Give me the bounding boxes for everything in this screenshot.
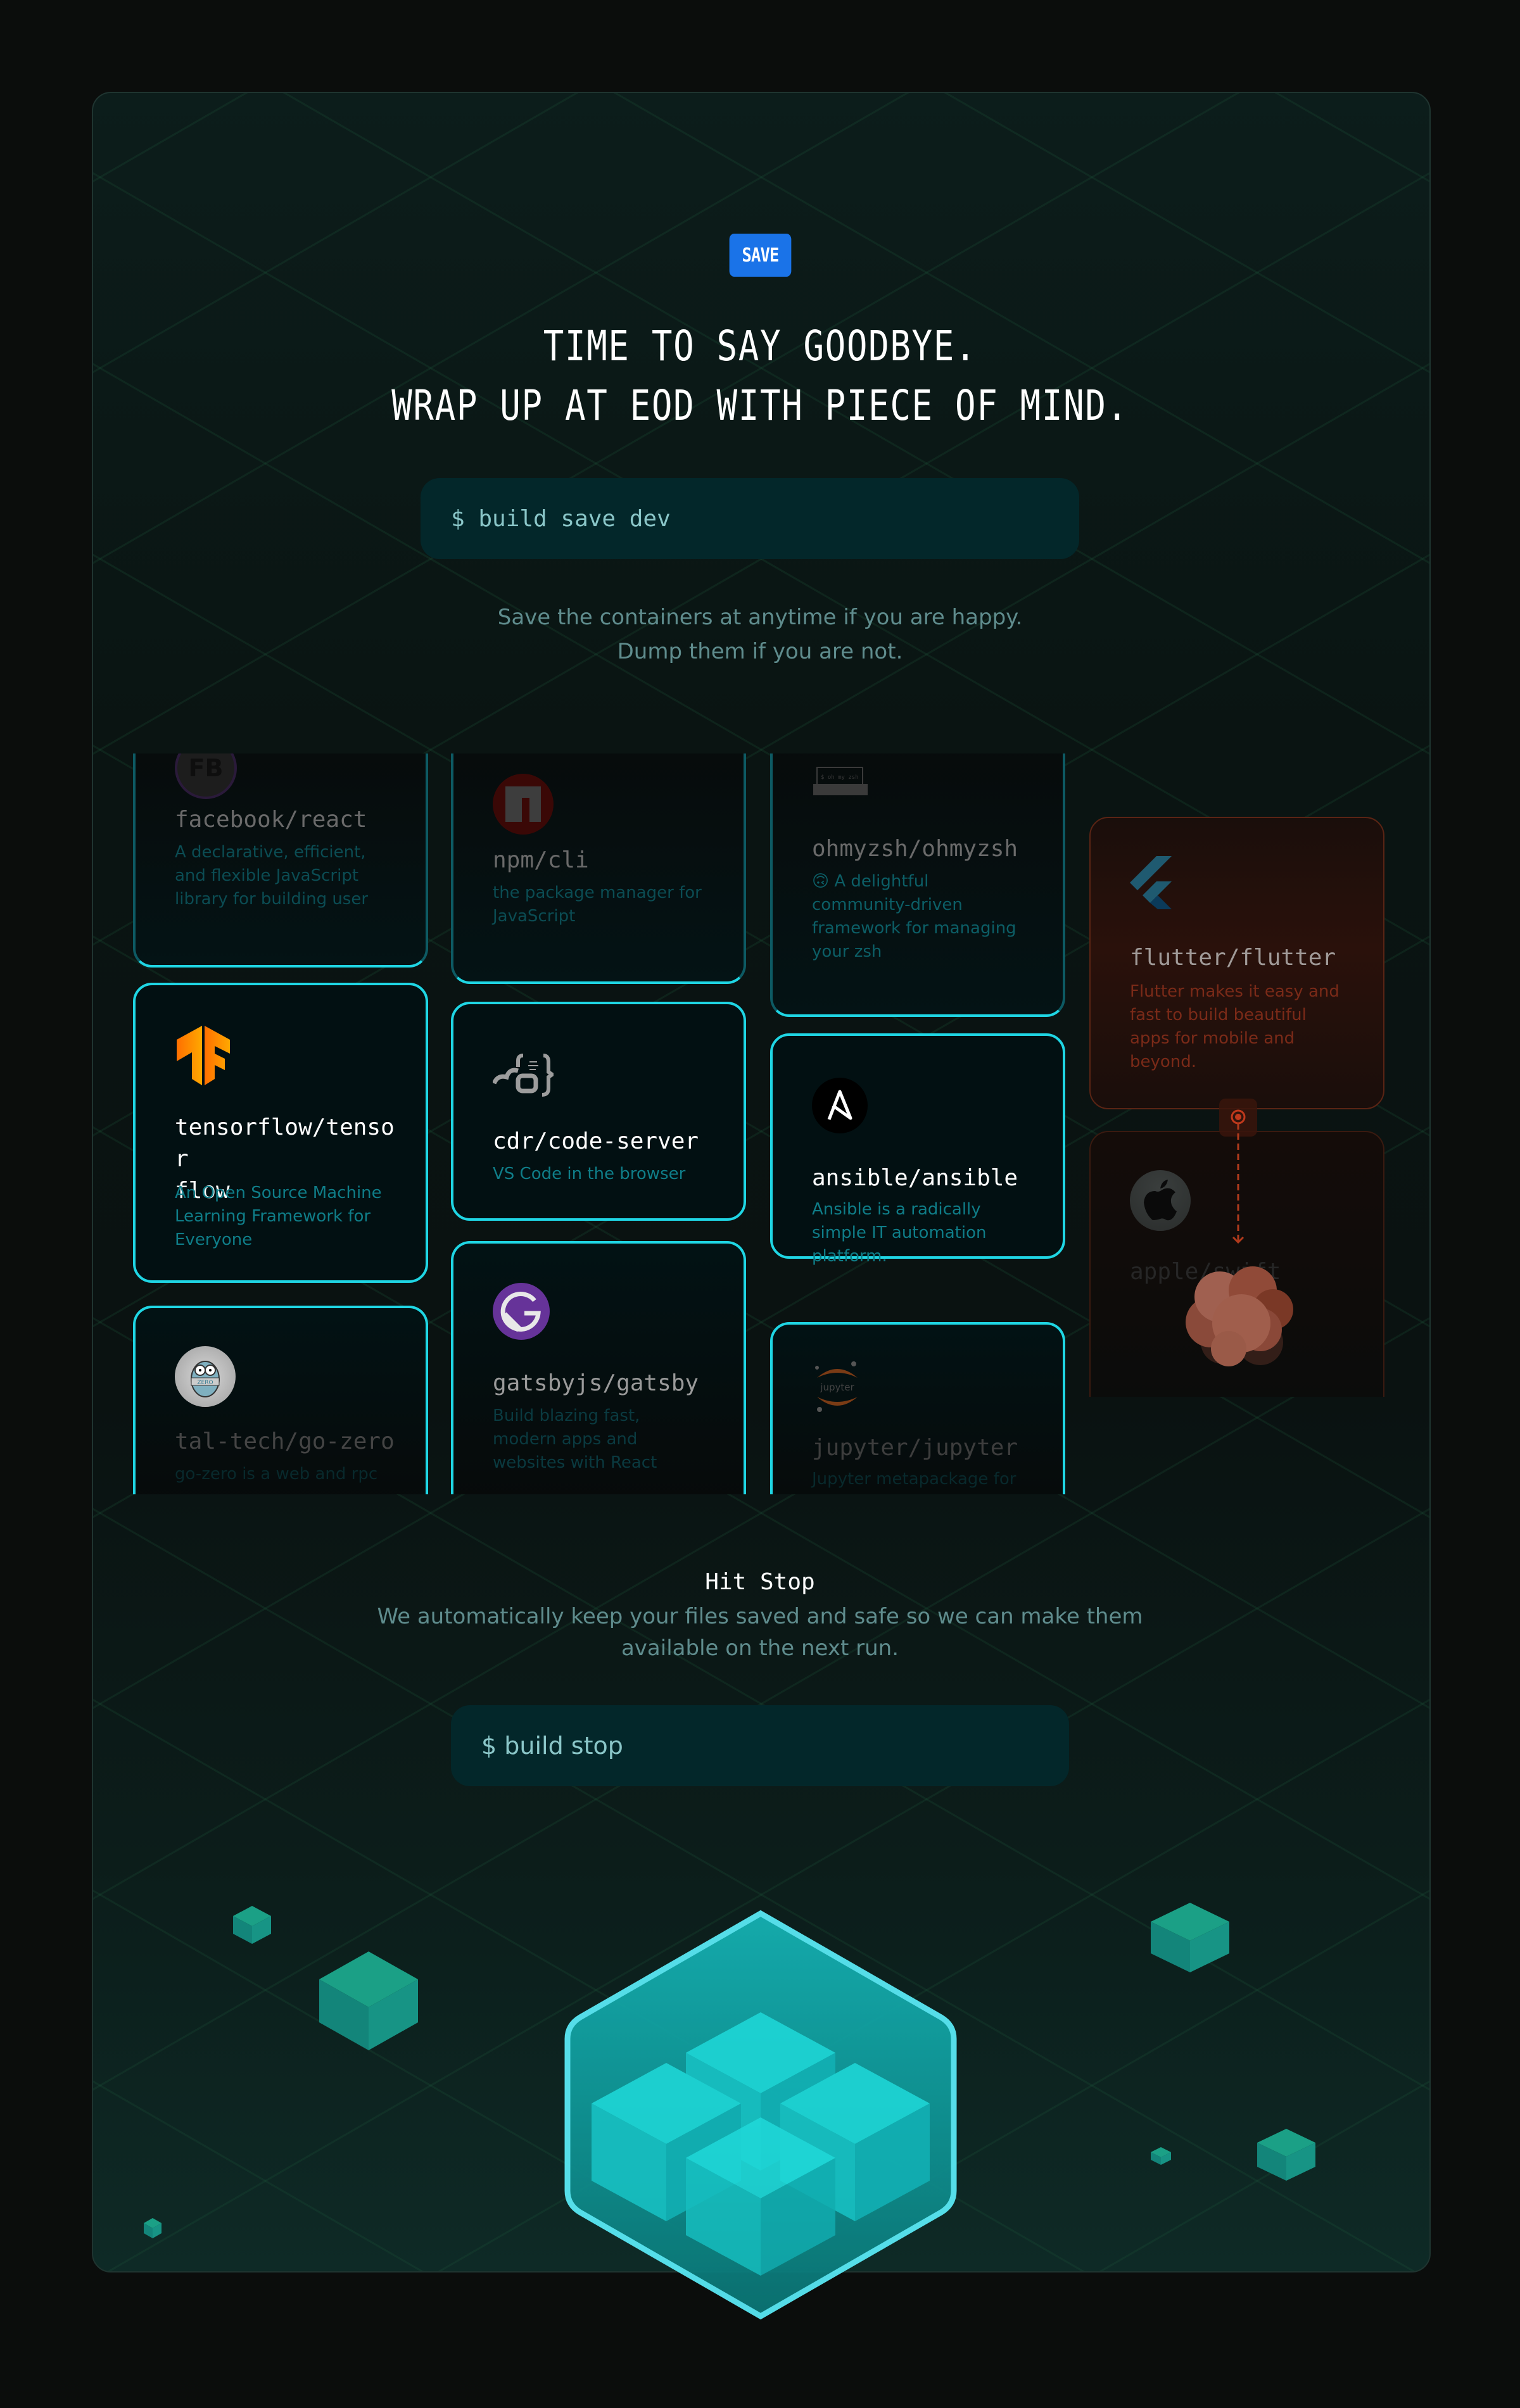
repo-description: 🙃 A delightful community-driven framewor… xyxy=(812,872,1016,961)
save-badge: SAVE xyxy=(729,234,792,277)
repo-name: facebook/react xyxy=(175,807,367,833)
repo-card-npm-cli[interactable]: npm/cli the package manager for JavaScri… xyxy=(451,753,746,984)
repo-name-line-1: tensorflow/tensor xyxy=(175,1114,395,1172)
tensorflow-icon xyxy=(175,1026,236,1087)
repo-name: flutter/flutter xyxy=(1130,945,1336,971)
repo-name: ansible/ansible xyxy=(812,1165,1018,1191)
npm-icon xyxy=(493,774,554,835)
jupyter-icon: jupyter xyxy=(812,1360,863,1417)
svg-text:jupyter: jupyter xyxy=(820,1382,854,1393)
headline-line-2: WRAP UP AT EOD WITH PIECE OF MIND. xyxy=(391,381,1129,430)
stop-command-box[interactable]: $ build stop xyxy=(451,1705,1069,1786)
save-description-line-2: Dump them if you are not. xyxy=(617,639,903,664)
apple-icon xyxy=(1130,1170,1191,1231)
ohmyzsh-icon: $ oh my zsh xyxy=(812,764,869,802)
cube-icon xyxy=(1257,2129,1315,2181)
repo-description: VS Code in the browser xyxy=(493,1164,686,1183)
gatsby-icon xyxy=(493,1283,550,1340)
cube-icon xyxy=(144,2218,162,2238)
repo-name: ohmyzsh/ohmyzsh xyxy=(812,836,1018,862)
flutter-icon xyxy=(1130,856,1181,913)
code-server-icon xyxy=(493,1045,554,1106)
cube-icon xyxy=(1151,1903,1229,1972)
repo-name: cdr/code-server xyxy=(493,1128,699,1154)
go-zero-icon: ZERO xyxy=(175,1346,236,1407)
page-headline: TIME TO SAY GOODBYE. WRAP UP AT EOD WITH… xyxy=(0,317,1520,436)
container-hexagon-icon xyxy=(564,1910,957,2320)
discard-arrow xyxy=(1231,1109,1246,1244)
cube-icon xyxy=(1151,2147,1171,2165)
ansible-icon xyxy=(812,1078,868,1133)
repo-card-code-server[interactable]: cdr/code-server VS Code in the browser xyxy=(451,1002,746,1221)
repo-name: tal-tech/go-zero xyxy=(175,1428,395,1454)
repo-card-facebook-react[interactable]: FB facebook/react A declarative, efficie… xyxy=(133,753,428,968)
repo-description: Jupyter metapackage for xyxy=(812,1470,1016,1489)
headline-line-1: TIME TO SAY GOODBYE. xyxy=(543,322,977,370)
discard-smoke-cloud xyxy=(1186,1266,1293,1366)
repo-name: gatsbyjs/gatsby xyxy=(493,1370,699,1396)
hit-stop-title: Hit Stop xyxy=(705,1569,815,1595)
cube-icon xyxy=(319,1951,418,2050)
svg-text:$ oh my zsh: $ oh my zsh xyxy=(821,774,859,781)
repo-cards-grid: FB facebook/react A declarative, efficie… xyxy=(0,753,1520,1494)
save-command-box[interactable]: $ build save dev xyxy=(421,478,1079,559)
save-badge-label: SAVE xyxy=(742,244,779,267)
repo-description: An Open Source Machine Learning Framewor… xyxy=(175,1183,382,1249)
facebook-icon: FB xyxy=(175,753,237,799)
repo-description: go-zero is a web and rpc xyxy=(175,1465,378,1484)
stop-description: We automatically keep your files saved a… xyxy=(0,1601,1520,1664)
repo-name: jupyter/jupyter xyxy=(812,1435,1018,1461)
save-description-line-1: Save the containers at anytime if you ar… xyxy=(497,605,1023,630)
stop-command-text: $ build stop xyxy=(481,1732,623,1760)
cube-icon xyxy=(233,1906,271,1944)
repo-card-flutter-discarded[interactable]: flutter/flutter Flutter makes it easy an… xyxy=(1089,817,1384,1109)
repo-description: Ansible is a radically simple IT automat… xyxy=(812,1200,987,1266)
repo-name: npm/cli xyxy=(493,847,589,873)
repo-description: A declarative, efficient, and flexible J… xyxy=(175,843,369,909)
save-command-text: $ build save dev xyxy=(451,505,671,532)
repo-description: Build blazing fast, modern apps and webs… xyxy=(493,1406,657,1472)
svg-text:ZERO: ZERO xyxy=(197,1380,213,1386)
repo-card-gatsby[interactable]: gatsbyjs/gatsby Build blazing fast, mode… xyxy=(451,1241,746,1494)
repo-description: Flutter makes it easy and fast to build … xyxy=(1130,982,1340,1071)
repo-description: the package manager for JavaScript xyxy=(493,883,702,926)
repo-card-tensorflow[interactable]: tensorflow/tensor flow An Open Source Ma… xyxy=(133,983,428,1283)
repo-card-go-zero[interactable]: ZERO tal-tech/go-zero go-zero is a web a… xyxy=(133,1306,428,1494)
repo-card-ansible[interactable]: ansible/ansible Ansible is a radically s… xyxy=(770,1033,1065,1266)
repo-card-jupyter[interactable]: jupyter jupyter/jupyter Jupyter metapack… xyxy=(770,1322,1065,1494)
save-description: Save the containers at anytime if you ar… xyxy=(0,600,1520,669)
stop-description-line-2: available on the next run. xyxy=(621,1636,899,1661)
repo-card-ohmyzsh[interactable]: $ oh my zsh ohmyzsh/ohmyzsh 🙃 A delightf… xyxy=(770,753,1065,1017)
stop-description-line-1: We automatically keep your files saved a… xyxy=(377,1604,1143,1629)
